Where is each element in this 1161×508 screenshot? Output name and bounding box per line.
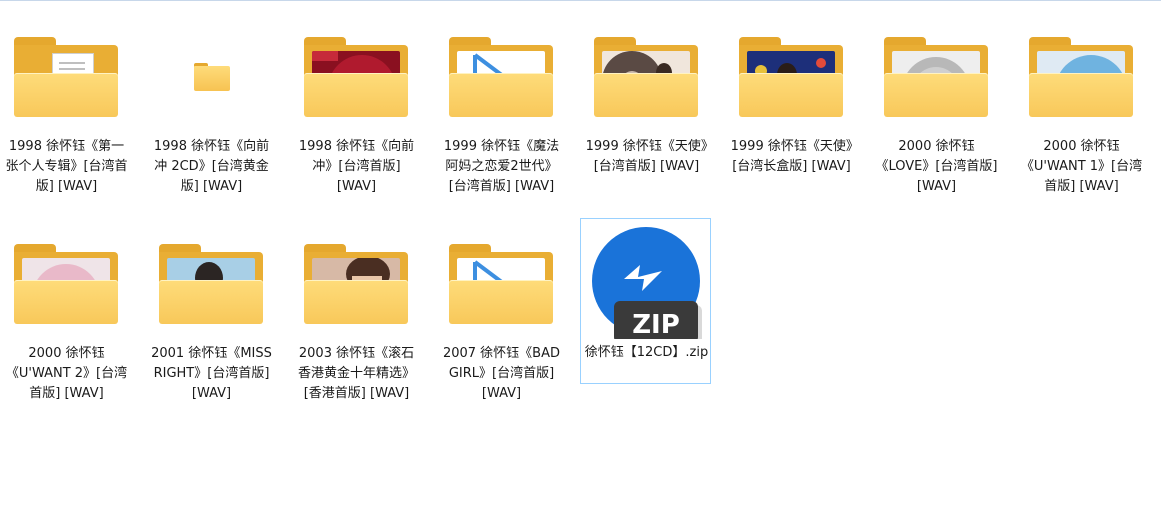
folder-cd-blue-icon bbox=[1025, 31, 1137, 121]
item-label: 2001 徐怀钰《MISS RIGHT》[台湾首版] [WAV] bbox=[151, 346, 272, 401]
folder-item[interactable]: 1998 徐怀钰《第一张个人专辑》[台湾首版] [WAV] bbox=[0, 24, 131, 194]
item-label: 1998 徐怀钰《向前冲 2CD》[台湾黄金版] [WAV] bbox=[153, 139, 270, 194]
folder-item[interactable]: 2003 徐怀钰《滚石香港黄金十年精选》[香港首版] [WAV] bbox=[290, 231, 421, 401]
folder-item[interactable]: 1998 徐怀钰《向前冲》[台湾首版] [WAV] bbox=[290, 24, 421, 194]
item-label: 1998 徐怀钰《向前冲》[台湾首版] [WAV] bbox=[298, 139, 415, 194]
folder-small-icon bbox=[155, 31, 267, 121]
item-label: 2007 徐怀钰《BAD GIRL》[台湾首版] [WAV] bbox=[442, 346, 561, 401]
folder-item[interactable]: 1999 徐怀钰《天使》[台湾首版] [WAV] bbox=[580, 24, 711, 190]
item-label: 2000 徐怀钰《U'WANT 1》[台湾首版] [WAV] bbox=[1020, 139, 1143, 194]
folder-item[interactable]: 2001 徐怀钰《MISS RIGHT》[台湾首版] [WAV] bbox=[145, 231, 276, 401]
item-label: 2000 徐怀钰《LOVE》[台湾首版] [WAV] bbox=[875, 139, 998, 194]
item-label: 1999 徐怀钰《天使》[台湾长盒版] [WAV] bbox=[730, 139, 853, 174]
item-label: 1999 徐怀钰《魔法阿妈之恋爱2世代》[台湾首版] [WAV] bbox=[443, 139, 560, 194]
folder-media-icon bbox=[445, 31, 557, 121]
folder-photo-icon bbox=[300, 238, 412, 328]
folder-item[interactable]: 1999 徐怀钰《魔法阿妈之恋爱2世代》[台湾首版] [WAV] bbox=[435, 24, 566, 194]
folder-item[interactable]: 2000 徐怀钰《U'WANT 2》[台湾首版] [WAV] bbox=[0, 231, 131, 401]
zip-badge-text: ZIP bbox=[632, 310, 680, 339]
folder-doc-icon bbox=[10, 31, 122, 121]
folder-cd-pink-icon bbox=[880, 31, 992, 121]
item-label: 1999 徐怀钰《天使》[台湾首版] [WAV] bbox=[585, 139, 708, 174]
zip-archive-icon: ZIP bbox=[590, 227, 702, 345]
folder-item[interactable]: 2000 徐怀钰《LOVE》[台湾首版] [WAV] bbox=[870, 24, 1001, 194]
item-label: 徐怀钰【12CD】.zip bbox=[584, 345, 709, 360]
item-label: 2003 徐怀钰《滚石香港黄金十年精选》[香港首版] [WAV] bbox=[297, 346, 415, 401]
item-label: 2000 徐怀钰《U'WANT 2》[台湾首版] [WAV] bbox=[5, 346, 128, 401]
folder-media-icon bbox=[445, 238, 557, 328]
folder-item[interactable]: 2000 徐怀钰《U'WANT 1》[台湾首版] [WAV] bbox=[1015, 24, 1146, 194]
file-grid: 1998 徐怀钰《第一张个人专辑》[台湾首版] [WAV] 1998 徐怀钰《向… bbox=[0, 0, 1161, 508]
folder-photo-icon bbox=[735, 31, 847, 121]
folder-cd-rose-icon bbox=[10, 238, 122, 328]
zip-file-item[interactable]: ZIP 徐怀钰【12CD】.zip bbox=[580, 218, 711, 384]
folder-item[interactable]: 1998 徐怀钰《向前冲 2CD》[台湾黄金版] [WAV] bbox=[145, 24, 276, 194]
item-label: 1998 徐怀钰《第一张个人专辑》[台湾首版] [WAV] bbox=[5, 139, 128, 194]
folder-item[interactable]: 1999 徐怀钰《天使》[台湾长盒版] [WAV] bbox=[725, 24, 856, 190]
folder-cd-red-icon bbox=[300, 31, 412, 121]
folder-item[interactable]: 2007 徐怀钰《BAD GIRL》[台湾首版] [WAV] bbox=[435, 231, 566, 401]
folder-photo-icon bbox=[155, 238, 267, 328]
folder-photo-icon bbox=[590, 31, 702, 121]
